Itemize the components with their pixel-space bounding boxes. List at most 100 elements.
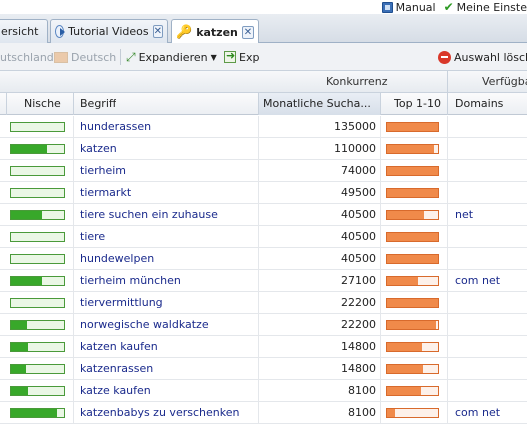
table-row[interactable]: katzen kaufen 14800 bbox=[0, 336, 527, 358]
play-icon bbox=[55, 25, 66, 38]
toolbar-divider bbox=[120, 49, 121, 65]
row-divider bbox=[447, 248, 448, 270]
term-link[interactable]: tiere bbox=[80, 226, 105, 248]
niche-bar bbox=[10, 320, 65, 330]
row-divider bbox=[380, 204, 381, 226]
table-row[interactable]: hunderassen 135000 bbox=[0, 116, 527, 138]
top10-bar bbox=[386, 408, 439, 418]
column-term[interactable]: Begriff bbox=[80, 93, 116, 115]
remove-selection-button[interactable]: Auswahl lösch bbox=[438, 43, 527, 71]
column-domains[interactable]: Domains bbox=[455, 93, 503, 115]
table-row[interactable]: katze kaufen 8100 bbox=[0, 380, 527, 402]
table-row[interactable]: tierheim münchen 27100 com net bbox=[0, 270, 527, 292]
row-divider bbox=[380, 292, 381, 314]
row-divider bbox=[73, 336, 74, 358]
table-row[interactable]: tiervermittlung 22200 bbox=[0, 292, 527, 314]
row-divider bbox=[380, 160, 381, 182]
column-monthly-searches[interactable]: Monatliche Sucha... bbox=[259, 93, 380, 115]
term-link[interactable]: tiervermittlung bbox=[80, 292, 163, 314]
row-divider bbox=[447, 292, 448, 314]
term-link[interactable]: norwegische waldkatze bbox=[80, 314, 209, 336]
term-link[interactable]: tiermarkt bbox=[80, 182, 131, 204]
column-niche[interactable]: Nische bbox=[24, 93, 61, 115]
niche-bar bbox=[10, 166, 65, 176]
term-link[interactable]: katzen bbox=[80, 138, 117, 160]
term-link[interactable]: hunderassen bbox=[80, 116, 151, 138]
table-row[interactable]: tierheim 74000 bbox=[0, 160, 527, 182]
term-link[interactable]: katzenbabys zu verschenken bbox=[80, 402, 239, 424]
my-settings-link[interactable]: ✔ Meine Einste bbox=[444, 1, 527, 14]
domains-value: com net bbox=[455, 406, 501, 419]
table-row[interactable]: katzenbabys zu verschenken 8100 com net bbox=[0, 402, 527, 424]
row-divider bbox=[73, 380, 74, 402]
row-divider bbox=[380, 182, 381, 204]
top10-bar bbox=[386, 210, 439, 220]
row-divider bbox=[73, 270, 74, 292]
term-link[interactable]: tierheim münchen bbox=[80, 270, 181, 292]
row-divider bbox=[73, 358, 74, 380]
tab-overview[interactable]: ersicht bbox=[0, 19, 48, 43]
monthly-searches-value: 74000 bbox=[341, 164, 376, 177]
top10-bar-fill bbox=[387, 211, 424, 219]
top10-bar-fill bbox=[387, 277, 418, 285]
niche-bar bbox=[10, 210, 65, 220]
top10-bar-fill bbox=[387, 145, 434, 153]
row-divider bbox=[258, 248, 259, 270]
monthly-searches-value: 40500 bbox=[341, 252, 376, 265]
expand-button[interactable]: ⤢ Expandieren ▼ bbox=[126, 43, 217, 71]
row-divider bbox=[447, 160, 448, 182]
top10-bar-fill bbox=[387, 123, 438, 131]
language-button[interactable]: Deutsch bbox=[54, 43, 116, 71]
niche-bar bbox=[10, 364, 65, 374]
table-row[interactable]: tiere 40500 bbox=[0, 226, 527, 248]
monthly-searches-value: 40500 bbox=[341, 208, 376, 221]
monthly-searches-value: 27100 bbox=[341, 274, 376, 287]
row-divider bbox=[447, 358, 448, 380]
monthly-searches-value: 135000 bbox=[334, 120, 376, 133]
export-button[interactable]: Exp bbox=[224, 43, 259, 71]
toolbar: utschland Deutsch ⤢ Expandieren ▼ Exp Au… bbox=[0, 43, 527, 71]
term-link[interactable]: tierheim bbox=[80, 160, 126, 182]
table-row[interactable]: hundewelpen 40500 bbox=[0, 248, 527, 270]
manual-link[interactable]: Manual bbox=[381, 1, 436, 14]
term-link[interactable]: tiere suchen ein zuhause bbox=[80, 204, 218, 226]
table-row[interactable]: tiermarkt 49500 bbox=[0, 182, 527, 204]
term-link[interactable]: hundewelpen bbox=[80, 248, 154, 270]
table-row[interactable]: katzenrassen 14800 bbox=[0, 358, 527, 380]
row-divider bbox=[258, 116, 259, 138]
top-links: Manual ✔ Meine Einste bbox=[381, 0, 527, 14]
niche-bar-fill bbox=[11, 277, 42, 285]
close-icon[interactable]: ✕ bbox=[152, 25, 163, 38]
table-row[interactable]: tiere suchen ein zuhause 40500 net bbox=[0, 204, 527, 226]
table-row[interactable]: norwegische waldkatze 22200 bbox=[0, 314, 527, 336]
flag-icon bbox=[54, 51, 68, 63]
row-divider bbox=[258, 160, 259, 182]
row-divider bbox=[73, 138, 74, 160]
term-link[interactable]: katzen kaufen bbox=[80, 336, 158, 358]
tab-katzen[interactable]: 🔑 katzen ✕ bbox=[171, 19, 259, 44]
top10-bar bbox=[386, 122, 439, 132]
term-link[interactable]: katze kaufen bbox=[80, 380, 151, 402]
row-divider bbox=[447, 204, 448, 226]
term-link[interactable]: katzenrassen bbox=[80, 358, 153, 380]
niche-bar bbox=[10, 342, 65, 352]
top10-bar-fill bbox=[387, 167, 438, 175]
niche-bar bbox=[10, 144, 65, 154]
row-divider bbox=[258, 380, 259, 402]
close-icon[interactable]: ✕ bbox=[241, 25, 254, 39]
top10-bar bbox=[386, 276, 439, 286]
table-row[interactable]: katzen 110000 bbox=[0, 138, 527, 160]
expand-label: Expandieren bbox=[138, 50, 208, 64]
tab-tutorial-videos[interactable]: Tutorial Videos ✕ bbox=[50, 19, 168, 43]
country-button[interactable]: utschland bbox=[0, 43, 54, 71]
row-divider bbox=[73, 160, 74, 182]
tab-katzen-label: katzen bbox=[196, 25, 238, 39]
row-divider bbox=[380, 270, 381, 292]
row-divider bbox=[380, 402, 381, 424]
row-divider bbox=[258, 182, 259, 204]
monthly-searches-value: 14800 bbox=[341, 340, 376, 353]
row-divider bbox=[73, 182, 74, 204]
niche-bar-fill bbox=[11, 321, 27, 329]
niche-bar-fill bbox=[11, 387, 28, 395]
column-top10[interactable]: Top 1-10 bbox=[394, 93, 441, 115]
